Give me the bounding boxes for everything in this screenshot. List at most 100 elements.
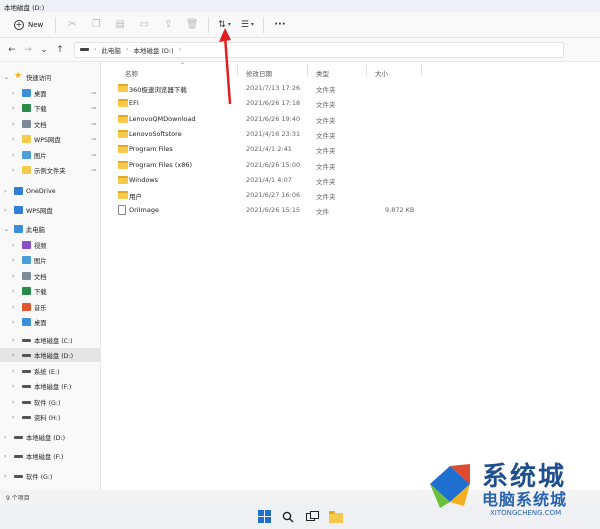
sidebar-item[interactable]: › WPS网盘: [0, 203, 100, 217]
breadcrumb[interactable]: › 此电脑 › 本地磁盘 (D:) ›: [74, 41, 564, 58]
windows-start-icon[interactable]: [256, 509, 272, 525]
recent-icon[interactable]: ⌄: [36, 45, 52, 55]
file-icon: [118, 205, 126, 216]
sidebar-item[interactable]: › 图片: [0, 253, 100, 267]
chevron-right-icon[interactable]: ›: [12, 121, 14, 128]
chevron-right-icon[interactable]: ›: [12, 105, 14, 112]
sidebar-item[interactable]: › 本地磁盘 (C:): [0, 333, 100, 347]
toolbar-divider: [208, 16, 210, 33]
chevron-right-icon[interactable]: ›: [12, 337, 14, 344]
column-header-name[interactable]: 名称: [125, 68, 138, 78]
delete-icon[interactable]: 🗑: [180, 15, 204, 35]
sidebar-item-label: 文档: [34, 121, 47, 129]
sidebar-item[interactable]: › 资料 (H:): [0, 410, 100, 424]
sidebar-item-label: 本地磁盘 (F:): [34, 383, 72, 391]
table-row[interactable]: Windows 2021/4/1 4:07 文件夹: [115, 173, 585, 188]
cut-icon[interactable]: ✂: [60, 15, 84, 35]
chevron-right-icon[interactable]: ›: [12, 319, 14, 326]
rename-icon[interactable]: ▭: [132, 15, 156, 35]
table-row[interactable]: Program Files 2021/4/1 2:41 文件夹: [115, 142, 585, 157]
sidebar-item[interactable]: › 本地磁盘 (D:): [0, 430, 100, 444]
column-header-size[interactable]: 大小: [375, 68, 388, 78]
sidebar-item[interactable]: › 图片 ⊸: [0, 148, 100, 162]
table-row[interactable]: 360极速浏览器下载 2021/7/13 17:26 文件夹: [115, 81, 585, 96]
paste-icon[interactable]: ▤: [108, 15, 132, 35]
breadcrumb-item[interactable]: 此电脑: [101, 45, 121, 55]
plus-icon: +: [14, 19, 24, 30]
sidebar-item[interactable]: › 视频: [0, 238, 100, 252]
sidebar-item[interactable]: › 桌面 ⊸: [0, 86, 100, 100]
file-name: OriImage: [129, 206, 159, 215]
chevron-right-icon[interactable]: ›: [12, 242, 14, 249]
column-divider[interactable]: [366, 65, 367, 75]
onedrive-icon: [14, 187, 23, 195]
chevron-right-icon[interactable]: ›: [4, 473, 6, 480]
chevron-right-icon[interactable]: ›: [12, 288, 14, 295]
table-row[interactable]: EFI 2021/6/26 17:18 文件夹: [115, 96, 585, 111]
up-icon[interactable]: ↑: [52, 45, 68, 55]
table-row[interactable]: 用户 2021/6/27 16:06 文件夹: [115, 188, 585, 203]
column-divider[interactable]: [421, 65, 422, 75]
computer-icon: [14, 225, 23, 233]
more-icon[interactable]: ···: [268, 19, 292, 30]
video-icon: [22, 241, 31, 249]
chevron-right-icon[interactable]: ›: [12, 399, 14, 406]
sidebar-item[interactable]: › 音乐: [0, 300, 100, 314]
folder-icon: [118, 129, 128, 138]
sidebar-item[interactable]: › 下载: [0, 284, 100, 298]
chevron-right-icon[interactable]: ›: [12, 136, 14, 143]
sidebar-item[interactable]: › OneDrive: [0, 184, 100, 198]
sidebar-item[interactable]: › 本地磁盘 (D:): [0, 348, 100, 362]
sidebar-item[interactable]: › 文档: [0, 269, 100, 283]
chevron-right-icon[interactable]: ›: [12, 368, 14, 375]
sidebar-item[interactable]: › 系统 (E:): [0, 364, 100, 378]
sidebar-item[interactable]: › 软件 (G:): [0, 395, 100, 409]
column-divider[interactable]: [307, 65, 308, 75]
sidebar-item[interactable]: › 软件 (G:): [0, 469, 100, 483]
chevron-down-icon[interactable]: ⌄: [4, 74, 9, 81]
share-icon[interactable]: ⇪: [156, 15, 180, 35]
chevron-right-icon[interactable]: ›: [4, 453, 6, 460]
chevron-right-icon[interactable]: ›: [12, 414, 14, 421]
chevron-right-icon[interactable]: ›: [12, 383, 14, 390]
task-view-icon[interactable]: [304, 509, 320, 525]
sidebar-item-label: 桌面: [34, 319, 47, 327]
search-icon[interactable]: [280, 509, 296, 525]
chevron-right-icon[interactable]: ›: [4, 434, 6, 441]
sidebar-item[interactable]: ⌄ ★ 快速访问: [0, 70, 100, 84]
column-header-type[interactable]: 类型: [316, 68, 329, 78]
table-row[interactable]: Program Files (x86) 2021/6/26 15:00 文件夹: [115, 158, 585, 173]
new-button[interactable]: + New: [6, 17, 51, 33]
sidebar-item[interactable]: › 桌面: [0, 315, 100, 329]
chevron-right-icon[interactable]: ›: [4, 207, 6, 214]
file-explorer-icon[interactable]: [328, 509, 344, 525]
file-type: 文件夹: [316, 86, 336, 94]
chevron-right-icon[interactable]: ›: [12, 257, 14, 264]
column-header-date[interactable]: 修改日期: [246, 68, 272, 78]
sidebar-item[interactable]: › WPS网盘 ⊸: [0, 132, 100, 146]
table-row[interactable]: OriImage 2021/6/26 15:15 文件 9,872 KB: [115, 203, 585, 218]
chevron-right-icon[interactable]: ›: [12, 90, 14, 97]
back-icon[interactable]: ←: [4, 45, 20, 55]
chevron-right-icon[interactable]: ›: [12, 167, 14, 174]
sidebar-item[interactable]: › 示例文件夹 ⊸: [0, 163, 100, 177]
table-row[interactable]: LenovoSoftstore 2021/4/16 23:31 文件夹: [115, 127, 585, 142]
forward-icon[interactable]: →: [20, 45, 36, 55]
sidebar-item[interactable]: › 本地磁盘 (F:): [0, 449, 100, 463]
file-date: 2021/6/26 15:15: [246, 206, 301, 215]
breadcrumb-item[interactable]: 本地磁盘 (D:): [133, 45, 173, 55]
sidebar-item[interactable]: › 本地磁盘 (F:): [0, 379, 100, 393]
chevron-right-icon[interactable]: ›: [12, 352, 14, 359]
file-type: 文件夹: [316, 131, 336, 140]
sidebar-item[interactable]: › 文档 ⊸: [0, 117, 100, 131]
chevron-right-icon[interactable]: ›: [12, 304, 14, 311]
chevron-down-icon[interactable]: ⌄: [4, 226, 9, 233]
file-name: Windows: [129, 175, 159, 184]
chevron-right-icon[interactable]: ›: [12, 152, 14, 159]
table-row[interactable]: LenovoQMDownload 2021/6/26 19:40 文件夹: [115, 112, 585, 127]
copy-icon[interactable]: ❐: [84, 15, 108, 35]
sidebar-item[interactable]: › 下载 ⊸: [0, 101, 100, 115]
chevron-right-icon[interactable]: ›: [4, 188, 6, 195]
chevron-right-icon[interactable]: ›: [12, 273, 14, 280]
sidebar-item[interactable]: ⌄ 此电脑: [0, 222, 100, 236]
